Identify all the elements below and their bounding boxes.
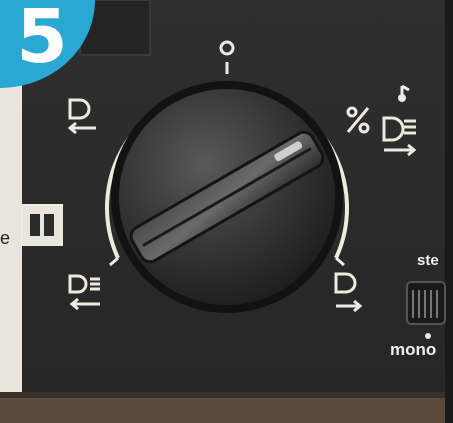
tape-icon [21, 204, 63, 246]
mono-label: mono [390, 340, 437, 359]
device-photo: 5 ste mono e [0, 0, 453, 423]
edge-letter: e [0, 228, 11, 248]
mono-indicator-dot [425, 333, 431, 339]
stereo-label: ste [417, 252, 439, 269]
stereo-mono-switch[interactable] [406, 281, 446, 325]
step-number: 5 [16, 0, 68, 80]
